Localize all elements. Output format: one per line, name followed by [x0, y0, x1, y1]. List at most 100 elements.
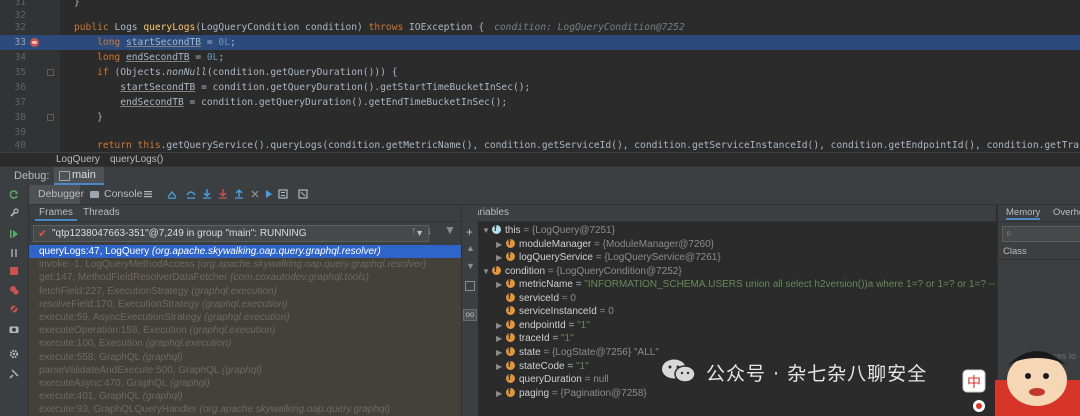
frame-row[interactable]: execute:93, GraphQLQueryHandler (org.apa… [29, 403, 461, 416]
tab-frames[interactable]: Frames [35, 205, 77, 221]
pin-icon[interactable] [9, 369, 19, 379]
move-down-icon[interactable]: ▼ [466, 261, 475, 271]
expand-arrow-icon[interactable]: ▶ [496, 346, 506, 360]
frame-down-icon[interactable]: ↓ [427, 225, 433, 237]
expand-arrow-icon[interactable]: ▶ [496, 387, 506, 401]
variable-name: traceId [519, 333, 550, 345]
mute-breakpoints-icon[interactable] [9, 304, 19, 314]
memory-search-input[interactable]: ⌕ [1002, 226, 1080, 242]
run-to-cursor-icon[interactable] [264, 189, 274, 199]
expand-arrow-icon[interactable]: ▶ [496, 332, 506, 346]
trace-icon[interactable] [298, 189, 308, 199]
expand-arrow-icon[interactable]: ▶ [496, 251, 506, 265]
step-over-icon[interactable] [186, 189, 196, 199]
variable-row[interactable]: serviceInstanceId = 0 [496, 303, 614, 319]
frame-row[interactable]: resolveField:170, ExecutionStrategy (gra… [29, 297, 461, 311]
frame-row[interactable]: execute:100, Execution (graphql.executio… [29, 337, 461, 351]
stop-icon[interactable] [9, 266, 19, 276]
code-line[interactable]: 37 endSecondTB = condition.getQueryDurat… [0, 95, 1080, 110]
resume-icon[interactable] [9, 229, 19, 239]
settings-gear-icon[interactable] [9, 349, 19, 359]
show-execution-point-icon[interactable] [167, 189, 177, 199]
expand-arrow-icon[interactable]: ▼ [482, 224, 492, 238]
variable-name: serviceId [519, 292, 560, 304]
step-out-icon[interactable] [234, 189, 244, 199]
thread-selector[interactable]: ✔ "qtp1238047663-351"@7,249 in group "ma… [33, 225, 429, 242]
current-execution-line[interactable]: 33 long startSecondTB = 0L; [0, 35, 1080, 50]
drop-frame-icon[interactable] [250, 189, 260, 199]
field-icon [506, 344, 515, 357]
tab-memory[interactable]: Memory [1006, 207, 1041, 220]
memory-class-column[interactable]: Class [998, 245, 1080, 260]
evaluate-expression-icon[interactable] [278, 189, 288, 199]
code-line[interactable]: 34 long endSecondTB = 0L; [0, 50, 1080, 65]
variable-row[interactable]: ▼ condition = {LogQueryCondition@7252} [482, 263, 682, 279]
breadcrumb-class[interactable]: LogQuery [56, 153, 100, 166]
frame-row[interactable]: queryLogs:47, LogQuery (org.apache.skywa… [29, 245, 461, 259]
tab-debugger[interactable]: Debugger [28, 185, 84, 204]
wechat-icon [662, 359, 696, 383]
frame-row[interactable]: executeOperation:158, Execution (graphql… [29, 324, 461, 338]
frame-row[interactable]: fetchField:227, ExecutionStrategy (graph… [29, 284, 461, 298]
code-line[interactable]: 35 if (Objects.nonNull(condition.getQuer… [0, 65, 1080, 80]
frames-threads-tabs: Frames Threads [29, 205, 461, 222]
tab-console[interactable]: Console [90, 185, 150, 204]
pause-icon[interactable] [9, 248, 19, 258]
rerun-icon[interactable] [9, 189, 19, 199]
fold-icon[interactable] [47, 69, 54, 76]
frame-row[interactable]: invoke:-1, LogQueryMethodAccess (org.apa… [29, 258, 461, 272]
variable-equals: = [575, 279, 582, 291]
inline-value-hint: condition: LogQueryCondition@7252 [494, 22, 685, 33]
frame-row[interactable]: execute:401, GraphQL (graphql) [29, 390, 461, 404]
tab-main[interactable]: main [54, 167, 104, 185]
fold-icon[interactable] [47, 114, 54, 121]
breadcrumb-method[interactable]: queryLogs() [110, 153, 163, 166]
frame-row[interactable]: get:147, MethodFieldResolverDataFetcher … [29, 271, 461, 285]
variable-row[interactable]: ▶ metricName = "INFORMATION_SCHEMA.USERS … [496, 276, 996, 292]
frame-row[interactable]: execute:59, AsyncExecutionStrategy (grap… [29, 310, 461, 325]
parameter-icon [492, 263, 501, 276]
variable-row[interactable]: queryDuration = null [496, 371, 609, 387]
view-breakpoints-icon[interactable] [9, 285, 19, 295]
tab-threads[interactable]: Threads [79, 205, 124, 221]
variable-name: moduleManager [519, 238, 592, 250]
wrench-icon[interactable] [9, 208, 19, 218]
variable-row[interactable]: ▶ logQueryService = {LogQueryService@7261… [496, 249, 721, 265]
variables-actions-strip: + ▲ ▼ oo [461, 205, 479, 416]
code-line[interactable]: 38 } [0, 110, 1080, 125]
code-line[interactable]: 40 return this.getQueryService().queryLo… [0, 138, 1080, 152]
add-watch-icon[interactable]: + [466, 225, 473, 239]
frame-row[interactable]: executeAsync:470, GraphQL (graphql) [29, 376, 461, 391]
frame-up-icon[interactable]: ↑ [411, 225, 417, 237]
line-number: 34 [14, 52, 26, 63]
copy-icon[interactable] [465, 281, 475, 291]
variable-row[interactable]: ▶ state = {LogState@7256} "ALL" [496, 344, 659, 360]
expand-arrow-icon[interactable]: ▶ [496, 238, 506, 252]
breakpoint-icon[interactable] [30, 38, 39, 47]
step-into-icon[interactable] [202, 189, 212, 199]
frame-row[interactable]: parseValidateAndExecute:500, GraphQL (gr… [29, 363, 461, 377]
expand-arrow-icon[interactable]: ▶ [496, 278, 506, 292]
code-editor[interactable]: 31 } 32 32 public Logs queryLogs(LogQuer… [0, 0, 1080, 152]
code-line[interactable]: 32 public Logs queryLogs(LogQueryConditi… [0, 20, 1080, 35]
expand-arrow-icon[interactable]: ▼ [482, 265, 492, 279]
camera-icon[interactable] [9, 324, 19, 334]
frame-package: (org.apache.skywalking.oap.query.graphql… [199, 404, 391, 416]
filter-icon[interactable]: ▼ [444, 223, 456, 237]
variable-row[interactable]: ▼ this = {LogQuery@7251} [482, 222, 615, 238]
code-line[interactable]: 36 startSecondTB = condition.getQueryDur… [0, 80, 1080, 95]
force-step-into-icon[interactable] [218, 189, 228, 199]
tab-overhead[interactable]: Overhe [1053, 207, 1080, 218]
variable-row[interactable]: ▶ moduleManager = {ModuleManager@7260} [496, 236, 714, 252]
variable-row[interactable]: ▶ paging = {Pagination@7258} [496, 385, 647, 401]
frames-list: queryLogs:47, LogQuery (org.apache.skywa… [29, 245, 461, 416]
move-up-icon[interactable]: ▲ [466, 243, 475, 253]
frame-package: (graphql.execution) [191, 285, 277, 297]
expand-arrow-icon[interactable]: ▶ [496, 360, 506, 374]
frame-package: (graphql.execution) [201, 298, 288, 310]
show-watches-icon[interactable]: oo [463, 309, 477, 321]
frame-row[interactable]: execute:558, GraphQL (graphql) [29, 350, 461, 364]
menu-icon[interactable] [143, 189, 153, 199]
tab-main-label: main [72, 169, 96, 181]
expand-arrow-icon[interactable]: ▶ [496, 319, 506, 333]
